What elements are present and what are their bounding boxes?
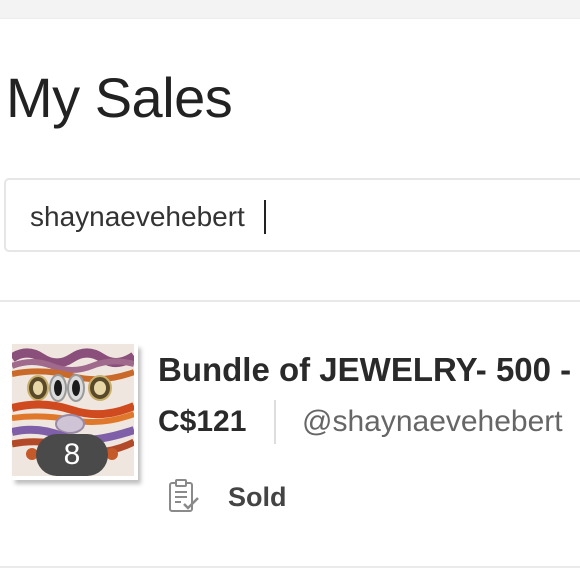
listing-thumbnail[interactable]: 8 <box>12 344 138 480</box>
listing-price: C$121 <box>158 405 247 438</box>
page-title: My Sales <box>6 66 233 129</box>
seller-username[interactable]: @shaynaevehebert <box>302 404 563 440</box>
image-count-badge: 8 <box>36 434 108 476</box>
search-box[interactable] <box>4 178 580 252</box>
sale-status: Sold <box>228 482 287 512</box>
clipboard-check-icon <box>166 478 200 514</box>
top-bar <box>0 0 580 19</box>
listing-card[interactable]: 8 Bundle of JEWELRY- 500 - I C$121 @shay… <box>0 320 580 560</box>
bottom-divider <box>0 566 580 568</box>
listing-title[interactable]: Bundle of JEWELRY- 500 - I <box>158 350 580 390</box>
text-caret <box>264 200 266 234</box>
search-input[interactable] <box>30 198 550 236</box>
section-divider <box>0 300 580 302</box>
price-seller-separator <box>274 400 276 444</box>
